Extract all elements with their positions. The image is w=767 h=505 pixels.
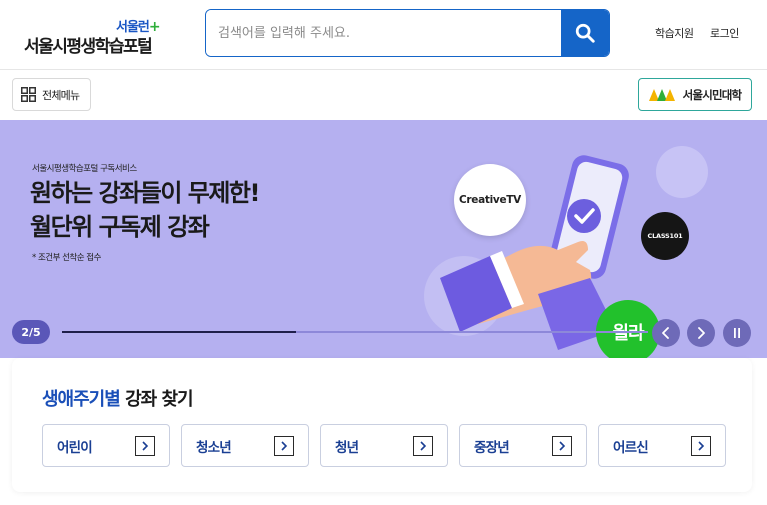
all-menu-label: 전체메뉴 <box>42 88 80 102</box>
search-bar <box>205 9 610 57</box>
chevron-right-icon <box>698 327 705 339</box>
lifecycle-button-middle-aged[interactable]: 중장년 <box>459 424 587 467</box>
lifecycle-button-label: 중장년 <box>474 439 510 456</box>
lifecycle-button-young-adult[interactable]: 청년 <box>320 424 448 467</box>
class101-badge: CLASS101 <box>641 212 689 260</box>
slide-prev-button[interactable] <box>652 319 680 347</box>
lifecycle-button-label: 어르신 <box>613 439 649 456</box>
class101-label: CLASS101 <box>647 232 683 240</box>
banner-title-line2: 월단위 구독제 강좌 <box>30 213 210 241</box>
slide-pause-button[interactable] <box>723 319 751 347</box>
search-icon <box>575 23 595 43</box>
chevron-left-icon <box>662 327 669 339</box>
learning-support-link[interactable]: 학습지원 <box>655 25 694 41</box>
site-header: 서울런+ 서울시평생학습포털 학습지원 로그인 <box>0 0 767 68</box>
all-menu-button[interactable]: 전체메뉴 <box>12 78 91 111</box>
banner-note: * 조건부 선착순 접수 <box>32 253 101 263</box>
search-button[interactable] <box>561 10 609 56</box>
slide-pager: 2/5 <box>12 320 50 344</box>
chevron-right-icon <box>135 435 155 456</box>
chevron-right-icon <box>552 435 572 456</box>
creative-tv-badge: CreativeTV <box>454 164 526 236</box>
chevron-right-icon <box>274 435 294 456</box>
pause-icon <box>734 328 740 338</box>
creative-tv-label: CreativeTV <box>459 194 521 206</box>
lifecycle-course-finder: 생애주기별 강좌 찾기 어린이 청소년 청년 중장년 어르신 <box>12 358 752 492</box>
lifecycle-button-label: 청년 <box>335 439 359 456</box>
lifecycle-button-label: 어린이 <box>57 439 93 456</box>
chevron-right-icon <box>691 435 711 456</box>
welaaa-badge: 윌라 <box>596 300 660 358</box>
header-divider <box>0 69 767 70</box>
citizen-university-label: 서울시민대학 <box>682 87 742 102</box>
banner-eyebrow: 서울시평생학습포털 구독서비스 <box>32 164 137 174</box>
lifecycle-button-row: 어린이 청소년 청년 중장년 어르신 <box>42 424 726 467</box>
search-input[interactable] <box>206 10 561 56</box>
citizen-university-logo-icon <box>648 88 675 101</box>
slide-progress-bar <box>62 331 648 333</box>
seoul-citizen-university-button[interactable]: 서울시민대학 <box>638 78 752 111</box>
banner-title: 원하는 강좌들이 무제한! 월단위 구독제 강좌 <box>30 176 260 244</box>
site-logo[interactable]: 서울런+ 서울시평생학습포털 <box>24 14 164 58</box>
banner-title-line1: 원하는 강좌들이 무제한! <box>30 179 260 207</box>
lifecycle-button-label: 청소년 <box>196 439 232 456</box>
chevron-right-icon <box>413 435 433 456</box>
lifecycle-button-seniors[interactable]: 어르신 <box>598 424 726 467</box>
slide-progress-fill <box>62 331 297 333</box>
grid-icon <box>21 87 36 102</box>
lifecycle-button-children[interactable]: 어린이 <box>42 424 170 467</box>
lifecycle-title: 생애주기별 강좌 찾기 <box>42 389 194 410</box>
lifecycle-button-youth[interactable]: 청소년 <box>181 424 309 467</box>
logo-title: 서울시평생학습포털 <box>24 37 153 57</box>
hero-banner[interactable]: 서울시평생학습포털 구독서비스 원하는 강좌들이 무제한! 월단위 구독제 강좌… <box>0 120 767 358</box>
slide-next-button[interactable] <box>687 319 715 347</box>
login-link[interactable]: 로그인 <box>710 25 739 41</box>
